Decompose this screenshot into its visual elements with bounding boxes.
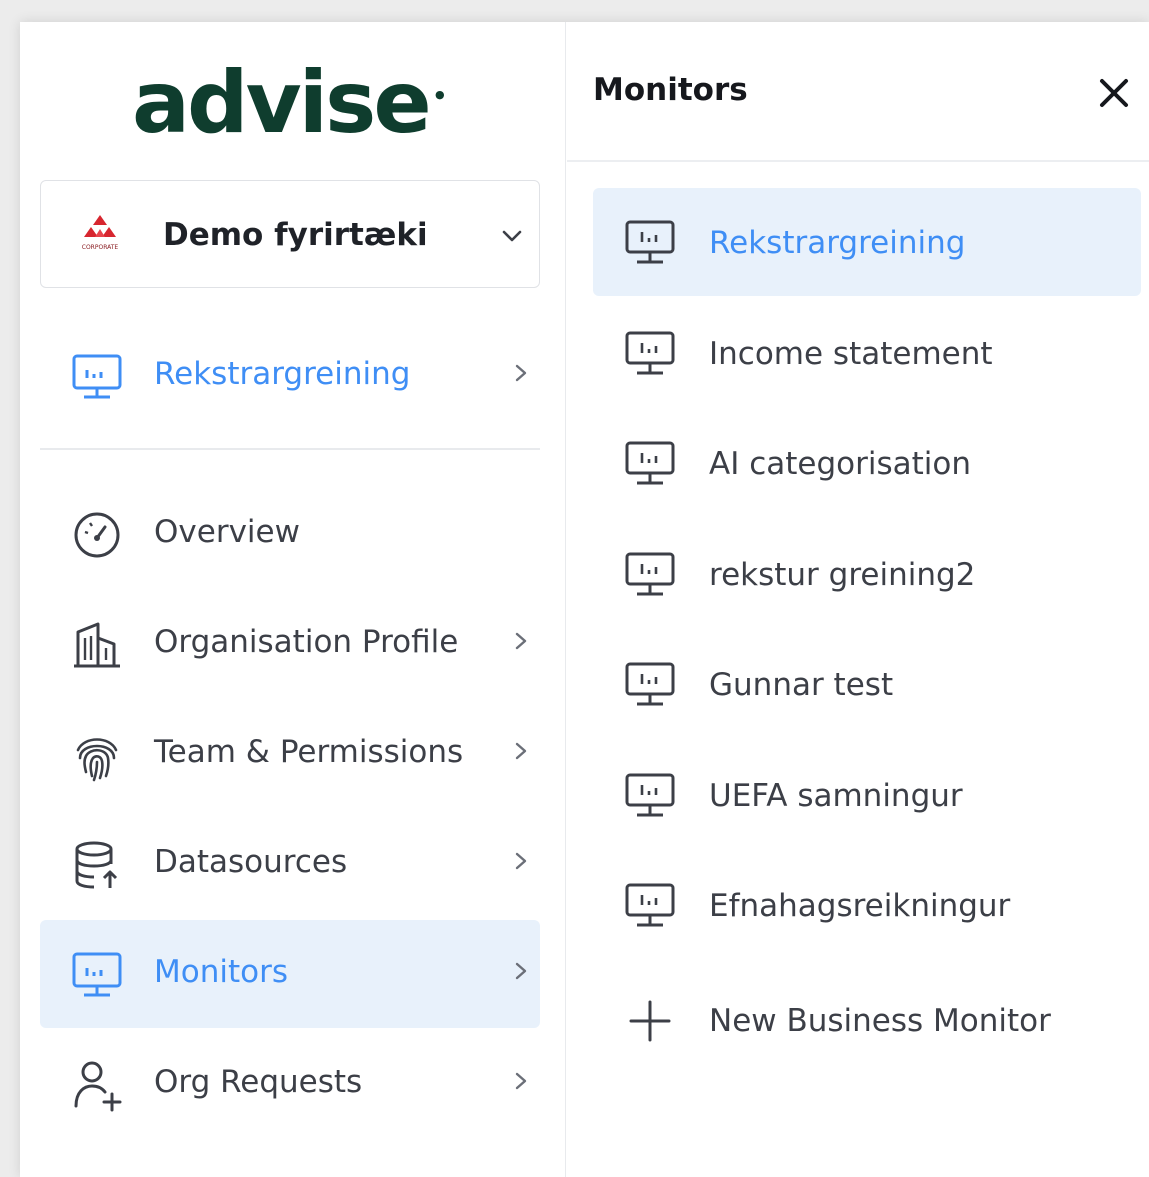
sidebar-item-datasources[interactable]: Datasources (40, 810, 540, 918)
monitor-item-label: rekstur greining2 (709, 556, 976, 593)
monitor-item[interactable]: rekstur greining2 (593, 520, 1141, 628)
monitor-item[interactable]: Income statement (593, 299, 1141, 407)
monitor-item[interactable]: AI categorisation (593, 409, 1141, 517)
monitor-item[interactable]: Efnahagsreikningur (593, 851, 1141, 959)
sidebar-item-label: Team & Permissions (154, 734, 464, 770)
panel-title: Monitors (593, 72, 748, 108)
sidebar: advise ● CORPORATE Demo fyrirtæki Rekstr… (20, 22, 566, 1177)
monitor-item-label: UEFA samningur (709, 777, 963, 814)
chevron-right-icon (515, 852, 527, 870)
chevron-right-icon (515, 962, 527, 980)
monitor-chart-icon (625, 220, 675, 264)
monitor-item-label: Rekstrargreining (709, 225, 966, 261)
organisation-selector[interactable]: CORPORATE Demo fyrirtæki (40, 180, 540, 288)
chevron-down-icon[interactable] (499, 223, 525, 249)
sidebar-item-organisation-profile[interactable]: Organisation Profile (40, 590, 540, 698)
speedometer-icon (74, 512, 120, 558)
monitor-item-label: Gunnar test (709, 667, 894, 703)
monitor-chart-icon (625, 662, 675, 706)
org-name: Demo fyrirtæki (163, 217, 428, 253)
sidebar-item-monitors[interactable]: Monitors (40, 920, 540, 1028)
sidebar-item-label: Org Requests (154, 1064, 363, 1100)
sidebar-item-org-requests[interactable]: Org Requests (40, 1030, 540, 1138)
sidebar-item-overview[interactable]: Overview (40, 480, 540, 588)
sidebar-item-label: Organisation Profile (154, 624, 459, 660)
sidebar-item-label: Monitors (154, 954, 288, 990)
new-monitor-label: New Business Monitor (709, 1003, 1051, 1039)
panel-header: Monitors (567, 22, 1149, 162)
monitor-item[interactable]: UEFA samningur (593, 741, 1141, 849)
close-icon[interactable] (1095, 74, 1133, 112)
monitors-panel: Monitors Rekstrargreining Income statemen… (567, 22, 1149, 1177)
fingerprint-icon (76, 738, 118, 782)
building-icon (74, 622, 120, 668)
chevron-right-icon (515, 742, 527, 760)
monitor-chart-icon (625, 773, 675, 816)
monitor-item-label: Efnahagsreikningur (709, 888, 1011, 924)
monitor-chart-icon (625, 441, 675, 485)
monitor-chart-icon (625, 552, 675, 595)
chevron-right-icon (515, 1072, 527, 1090)
org-logo-icon: CORPORATE (82, 215, 119, 251)
sidebar-item-label: Datasources (154, 844, 348, 880)
chevron-right-icon (515, 364, 527, 382)
brand-logo[interactable]: advise (132, 60, 432, 146)
monitor-item-label: Income statement (709, 335, 993, 372)
current-monitor-label: Rekstrargreining (154, 356, 411, 392)
sidebar-divider (40, 448, 540, 450)
sidebar-item-team-permissions[interactable]: Team & Permissions (40, 700, 540, 808)
app-window: advise ● CORPORATE Demo fyrirtæki Rekstr… (20, 22, 1149, 1177)
chevron-right-icon (515, 632, 527, 650)
new-business-monitor-button[interactable]: New Business Monitor (593, 966, 1141, 1074)
monitor-item-label: AI categorisation (709, 446, 972, 482)
logo-registered-mark: ● (435, 88, 445, 101)
sidebar-item-label: Overview (154, 514, 300, 550)
monitor-chart-icon (625, 883, 675, 927)
monitor-item[interactable]: Rekstrargreining (593, 188, 1141, 296)
current-monitor-link[interactable]: Rekstrargreining (40, 322, 540, 426)
org-logo-caption: CORPORATE (82, 244, 119, 251)
monitor-item[interactable]: Gunnar test (593, 630, 1141, 738)
user-add-icon (74, 1061, 122, 1112)
monitor-chart-icon (72, 354, 122, 399)
plus-icon (629, 1000, 671, 1042)
monitor-chart-icon (72, 952, 122, 997)
database-upload-icon (75, 841, 118, 889)
monitor-chart-icon (625, 331, 675, 374)
